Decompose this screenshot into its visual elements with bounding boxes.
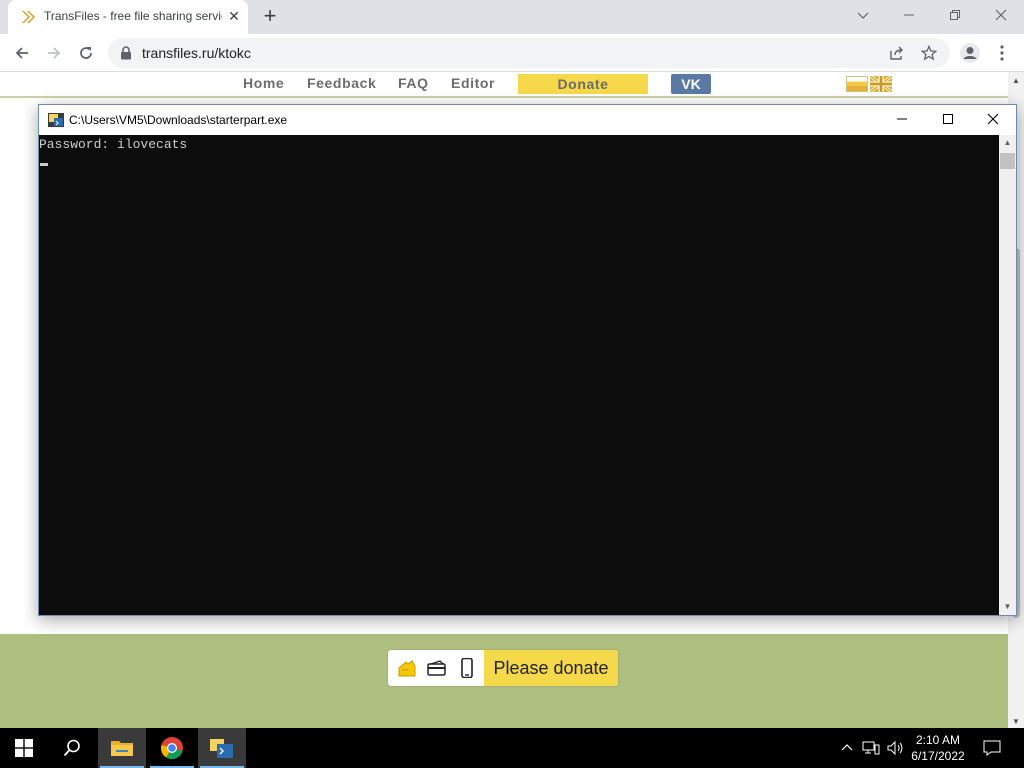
- nav-feedback-link[interactable]: Feedback: [307, 75, 376, 91]
- tab-search-chevron-down-icon[interactable]: [840, 0, 886, 30]
- console-output-line: Password: ilovecats: [39, 137, 188, 152]
- language-flag-ru-icon[interactable]: [846, 76, 868, 92]
- console-output[interactable]: Password: ilovecats: [39, 135, 999, 615]
- new-tab-button[interactable]: +: [258, 5, 282, 29]
- notifications-icon[interactable]: [983, 739, 1001, 757]
- transfiles-favicon-icon: [22, 11, 35, 23]
- star-icon[interactable]: [918, 42, 940, 64]
- console-maximize-icon[interactable]: [925, 105, 971, 135]
- lock-icon[interactable]: [120, 46, 132, 60]
- reload-icon[interactable]: [72, 39, 100, 67]
- console-title: C:\Users\VM5\Downloads\starterpart.exe: [69, 113, 288, 127]
- console-app-icon: [48, 113, 64, 127]
- console-close-icon[interactable]: [970, 105, 1016, 135]
- chrome-icon: [160, 737, 183, 760]
- tab-close-icon[interactable]: ✕: [226, 7, 242, 25]
- console-titlebar[interactable]: C:\Users\VM5\Downloads\starterpart.exe: [39, 105, 1016, 135]
- language-flag-uk-icon[interactable]: [870, 76, 892, 92]
- chrome-button[interactable]: [148, 728, 196, 768]
- browser-tab-strip: TransFiles - free file sharing service ✕…: [0, 0, 1024, 34]
- profile-icon[interactable]: [956, 39, 984, 67]
- taskbar-clock[interactable]: 2:10 AM 6/17/2022: [906, 732, 970, 764]
- tab-title: TransFiles - free file sharing service: [44, 9, 222, 23]
- console-scroll-up-icon[interactable]: ▲: [999, 135, 1016, 151]
- console-app-icon: [210, 739, 233, 758]
- start-button[interactable]: [0, 728, 48, 768]
- nav-vk-button[interactable]: VK: [671, 74, 711, 94]
- browser-toolbar: transfiles.ru/ktokc: [0, 34, 1024, 72]
- forward-icon[interactable]: [40, 39, 68, 67]
- scroll-down-arrow-icon[interactable]: ▼: [1011, 717, 1021, 726]
- url-text[interactable]: transfiles.ru/ktokc: [142, 45, 251, 61]
- console-scrollbar-thumb[interactable]: [1000, 153, 1015, 169]
- clock-date: 6/17/2022: [911, 749, 965, 763]
- taskbar: 2:10 AM 6/17/2022: [0, 728, 1024, 768]
- windows-logo-icon: [15, 739, 33, 757]
- nav-home-link[interactable]: Home: [243, 75, 284, 91]
- console-scrollbar[interactable]: ▲ ▼: [999, 135, 1016, 615]
- console-app-button[interactable]: [198, 728, 246, 768]
- browser-menu-icon[interactable]: [988, 39, 1016, 67]
- back-icon[interactable]: [8, 39, 36, 67]
- address-bar[interactable]: transfiles.ru/ktokc: [108, 38, 950, 68]
- donate-widget: Please donate: [388, 650, 618, 686]
- file-explorer-button[interactable]: [98, 728, 146, 768]
- wallet-hand-icon[interactable]: [396, 658, 418, 678]
- browser-close-icon[interactable]: [978, 0, 1024, 30]
- console-minimize-icon[interactable]: [879, 105, 925, 135]
- browser-restore-icon[interactable]: [932, 0, 978, 30]
- network-icon[interactable]: [862, 739, 880, 757]
- bank-card-icon[interactable]: [426, 658, 448, 678]
- please-donate-button[interactable]: Please donate: [484, 650, 618, 686]
- clock-time: 2:10 AM: [915, 733, 961, 747]
- search-button[interactable]: [48, 728, 96, 768]
- browser-tab[interactable]: TransFiles - free file sharing service ✕: [8, 0, 248, 34]
- nav-donate-button[interactable]: Donate: [518, 74, 648, 94]
- share-icon[interactable]: [886, 42, 908, 64]
- folder-icon: [111, 741, 133, 756]
- console-scroll-down-icon[interactable]: ▼: [999, 599, 1016, 615]
- browser-minimize-icon[interactable]: [886, 0, 932, 30]
- scroll-up-arrow-icon[interactable]: ▲: [1011, 76, 1021, 85]
- console-text-cursor: [40, 163, 48, 166]
- search-icon: [63, 739, 80, 757]
- site-navbar: Home Feedback FAQ Editor Donate VK: [0, 72, 1008, 98]
- mobile-phone-icon[interactable]: [456, 658, 478, 678]
- show-hidden-icons-chevron-up-icon[interactable]: [838, 739, 856, 757]
- nav-faq-link[interactable]: FAQ: [398, 75, 429, 91]
- nav-editor-link[interactable]: Editor: [451, 75, 495, 91]
- console-window[interactable]: C:\Users\VM5\Downloads\starterpart.exe P…: [38, 104, 1017, 616]
- volume-icon[interactable]: [886, 739, 904, 757]
